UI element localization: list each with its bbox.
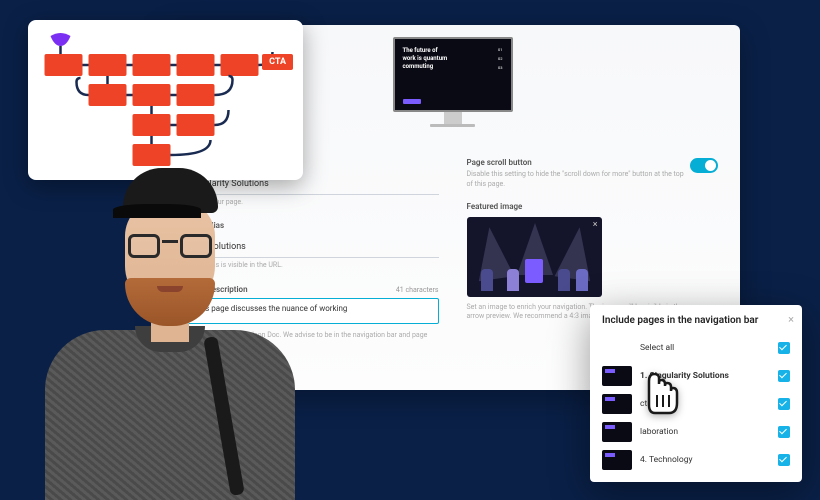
checkbox-icon[interactable]: [778, 370, 790, 382]
nav-page-label: laboration: [640, 427, 770, 437]
checkbox-icon[interactable]: [778, 454, 790, 466]
monitor-cta-button: [403, 99, 421, 104]
monitor-stand: [444, 112, 462, 124]
flow-node: [133, 54, 171, 76]
nav-popup-title: Include pages in the navigation bar: [602, 315, 790, 326]
navigation-pages-popup: × Include pages in the navigation bar Se…: [590, 305, 802, 482]
flow-diagram-card: CTA: [28, 20, 303, 180]
close-icon[interactable]: ×: [788, 313, 794, 326]
scroll-button-desc: Disable this setting to hide the "scroll…: [467, 170, 691, 190]
nav-page-row[interactable]: 1. Singularity Solutions: [602, 362, 790, 390]
monitor-headline: The future of work is quantum commuting: [403, 47, 448, 70]
glasses-icon: [128, 234, 212, 258]
nav-page-row[interactable]: 4. Technology: [602, 446, 790, 474]
monitor-item: 02: [498, 56, 503, 61]
flow-node: [221, 54, 259, 76]
featured-image-label: Featured image: [467, 202, 719, 211]
checkbox-icon[interactable]: [778, 398, 790, 410]
flow-node: [89, 84, 127, 106]
pointer-cursor-icon: [635, 373, 685, 428]
sweater: [45, 330, 295, 500]
scroll-button-title: Page scroll button: [467, 158, 691, 167]
flow-node: [177, 114, 215, 136]
flow-node: [45, 54, 83, 76]
checkbox-icon[interactable]: [778, 426, 790, 438]
mouth: [157, 286, 183, 292]
cap-brim: [113, 204, 201, 218]
page-thumb: [602, 394, 632, 414]
page-thumb: [602, 366, 632, 386]
flow-diagram-svg: [40, 32, 291, 168]
page-thumb: [602, 450, 632, 470]
person-icon: [576, 269, 588, 291]
person-photo: [45, 160, 295, 500]
monitor-item: 03: [498, 65, 503, 70]
page-thumb: [602, 422, 632, 442]
parachute-icon: [51, 33, 71, 46]
flow-node: [177, 54, 215, 76]
nav-page-row[interactable]: ctivity: [602, 390, 790, 418]
nav-page-row[interactable]: laboration: [602, 418, 790, 446]
checkbox-icon[interactable]: [778, 342, 790, 354]
featured-image-thumb[interactable]: ×: [467, 217, 602, 297]
monitor-screen: The future of work is quantum commuting …: [393, 37, 513, 112]
monitor-base: [430, 124, 475, 127]
char-count: 41 characters: [396, 286, 439, 294]
cta-badge: CTA: [262, 54, 293, 70]
flow-node: [133, 114, 171, 136]
monitor-preview: The future of work is quantum commuting …: [393, 37, 513, 127]
scroll-button-toggle[interactable]: [690, 158, 718, 173]
presentation-screen-icon: [525, 259, 543, 283]
monitor-item: 01: [498, 47, 503, 52]
person-icon: [558, 269, 570, 291]
close-icon[interactable]: ×: [593, 220, 598, 230]
nav-select-all-label: Select all: [640, 343, 770, 353]
nav-select-all-row[interactable]: Select all: [602, 334, 790, 362]
flow-node: [177, 84, 215, 106]
person-icon: [481, 269, 493, 291]
nav-page-label: 4. Technology: [640, 455, 770, 465]
person-icon: [507, 269, 519, 291]
flow-node: [89, 54, 127, 76]
flow-node: [133, 84, 171, 106]
